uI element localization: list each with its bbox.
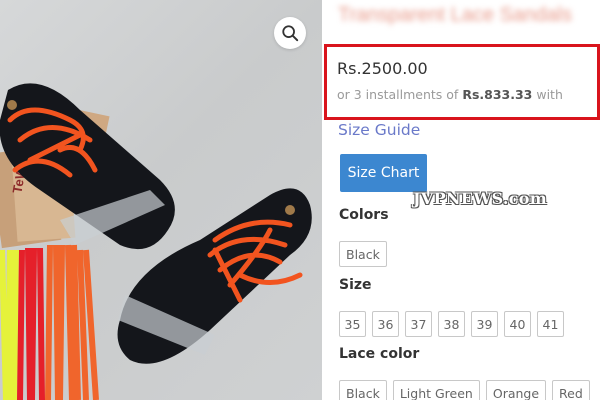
zoom-button[interactable] xyxy=(274,17,306,49)
size-option-41[interactable]: 41 xyxy=(537,311,564,337)
product-price: Rs.2500.00 xyxy=(337,59,428,78)
size-option-40[interactable]: 40 xyxy=(504,311,531,337)
watermark: JVPNEWS.com xyxy=(413,189,548,208)
lace-color-options: Black Light Green Orange Red xyxy=(339,380,590,400)
size-option-35[interactable]: 35 xyxy=(339,311,366,337)
size-option-39[interactable]: 39 xyxy=(471,311,498,337)
size-options: 35 36 37 38 39 40 41 xyxy=(339,311,564,337)
product-image[interactable]: TeW xyxy=(0,0,322,400)
product-title: Transparent Lace Sandals xyxy=(338,4,572,26)
installments-suffix: with xyxy=(536,87,563,102)
lace-option-red[interactable]: Red xyxy=(552,380,590,400)
size-guide-link[interactable]: Size Guide xyxy=(338,121,420,139)
price-highlight-box xyxy=(324,44,600,120)
size-option-36[interactable]: 36 xyxy=(372,311,399,337)
lace-color-label: Lace color xyxy=(339,346,420,362)
size-option-38[interactable]: 38 xyxy=(438,311,465,337)
size-label: Size xyxy=(339,277,372,293)
installment-amount: Rs.833.33 xyxy=(462,87,533,102)
size-option-37[interactable]: 37 xyxy=(405,311,432,337)
sandals-illustration: TeW xyxy=(0,83,312,400)
installments-prefix: or 3 installments of xyxy=(337,87,459,102)
colors-label: Colors xyxy=(339,207,389,223)
size-chart-button[interactable]: Size Chart xyxy=(340,154,427,192)
lace-option-black[interactable]: Black xyxy=(339,380,387,400)
lace-option-light-green[interactable]: Light Green xyxy=(392,380,480,400)
search-icon xyxy=(282,25,299,42)
lace-option-orange[interactable]: Orange xyxy=(485,380,547,400)
installments-text: or 3 installments of Rs.833.33 with xyxy=(337,87,563,102)
color-option-black[interactable]: Black xyxy=(339,241,387,267)
color-options: Black xyxy=(339,241,387,267)
